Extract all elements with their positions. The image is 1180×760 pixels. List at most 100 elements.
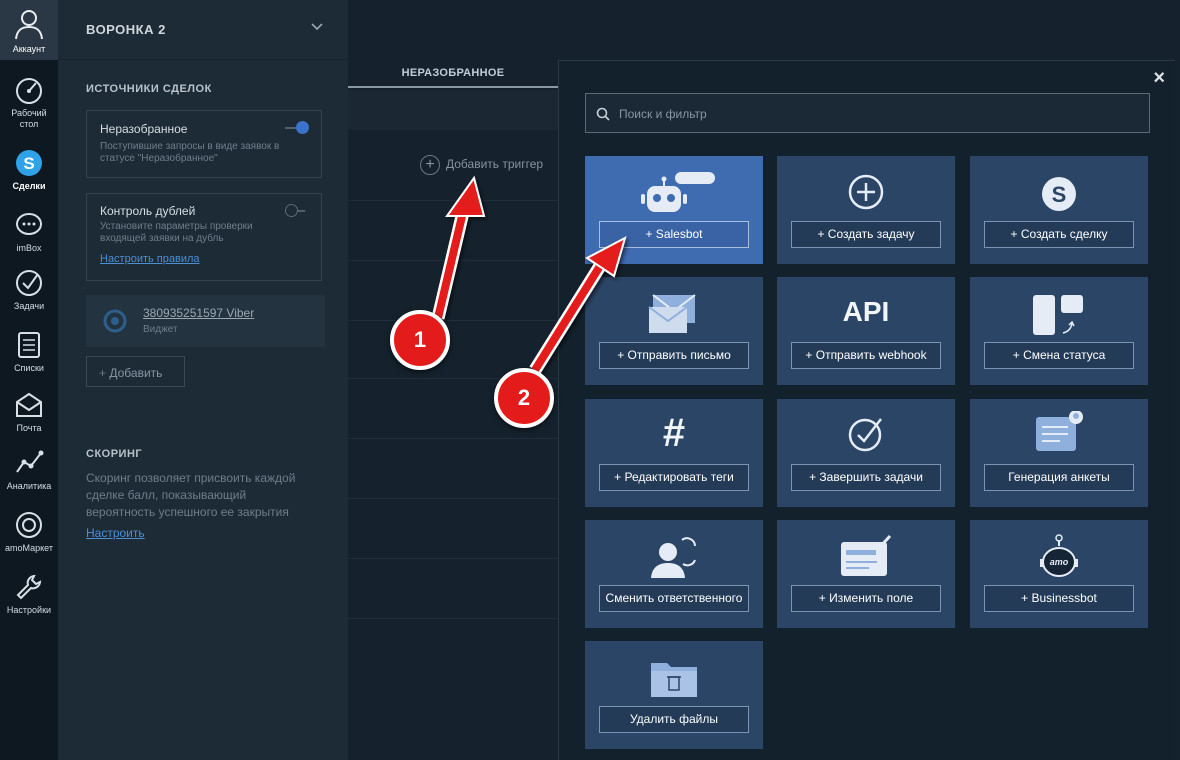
add-trigger-button[interactable]: + Добавить триггер — [420, 155, 543, 175]
duplicates-toggle[interactable] — [285, 204, 309, 217]
lists-icon — [18, 332, 40, 358]
nav-item-settings[interactable]: Настройки — [0, 572, 58, 616]
search-placeholder: Поиск и фильтр — [619, 107, 707, 121]
divider — [348, 498, 558, 499]
main-nav: Аккаунт Рабочий стол S Сделки imBox Зада… — [0, 0, 58, 760]
nav-item-label: Настройки — [6, 605, 52, 615]
pipeline-title: ВОРОНКА 2 — [86, 22, 166, 37]
nav-item-label: Сделки — [12, 181, 46, 191]
svg-text:S: S — [1052, 182, 1067, 207]
delete-files-icon — [651, 663, 697, 697]
trigger-modal: × Поиск и фильтр + Salesbot + Создать за… — [558, 60, 1175, 760]
tile-send-webhook[interactable]: API + Отправить webhook — [777, 277, 955, 385]
source-unsorted-desc: Поступившие запросы в виде заявок в стат… — [100, 141, 280, 164]
tile-create-deal[interactable]: S + Создать сделку — [970, 156, 1148, 264]
search-input[interactable]: Поиск и фильтр — [585, 93, 1150, 133]
plus-icon: + — [99, 366, 107, 380]
annotation-badge-1: 1 — [390, 310, 450, 370]
form-generate-icon — [1036, 411, 1083, 451]
tile-complete-tasks[interactable]: + Завершить задачи — [777, 399, 955, 507]
businessbot-icon-text: amo — [1050, 557, 1069, 567]
tile-send-email-button[interactable]: + Отправить письмо — [599, 342, 749, 369]
add-trigger-label: Добавить триггер — [446, 157, 544, 172]
tile-send-webhook-button[interactable]: + Отправить webhook — [791, 342, 941, 369]
nav-item-label: Аналитика — [6, 481, 52, 491]
scoring-configure-link[interactable]: Настроить — [86, 526, 145, 540]
api-icon-text: API — [842, 296, 890, 327]
unsorted-toggle[interactable] — [285, 121, 309, 134]
analytics-icon — [16, 450, 44, 473]
avatar-icon — [15, 10, 43, 40]
nav-item-label: amoМаркет — [5, 543, 53, 553]
chat-icon — [16, 213, 42, 235]
tile-create-task-button[interactable]: + Создать задачу — [791, 221, 941, 248]
dashboard-icon — [16, 78, 42, 104]
tile-delete-files[interactable]: Удалить файлы — [585, 641, 763, 749]
tile-businessbot[interactable]: amo + Businessbot — [970, 520, 1148, 628]
tile-edit-tags-button[interactable]: + Редактировать теги — [599, 464, 749, 491]
tile-businessbot-button[interactable]: + Businessbot — [984, 585, 1134, 612]
divider — [348, 200, 558, 201]
businessbot-icon: amo — [1040, 534, 1078, 577]
scoring-text: Скоринг позволяет присвоить каждой сделк… — [86, 471, 296, 519]
nav-item-label: imBox — [16, 243, 42, 253]
close-icon[interactable]: × — [1153, 67, 1165, 90]
plus-circle-icon: + — [420, 155, 440, 175]
nav-item-dashboard[interactable]: Рабочий стол — [0, 75, 58, 130]
nav-item-label: Рабочий стол — [11, 108, 47, 129]
nav-item-market[interactable]: amoМаркет — [0, 510, 58, 554]
tasks-icon — [16, 270, 42, 296]
tile-edit-field-button[interactable]: + Изменить поле — [791, 585, 941, 612]
divider — [348, 320, 558, 321]
tile-create-deal-button[interactable]: + Создать сделку — [984, 221, 1134, 248]
search-icon — [596, 107, 610, 121]
nav-item-mail[interactable]: Почта — [0, 390, 58, 434]
status-change-icon — [1033, 295, 1083, 335]
tile-change-responsible[interactable]: Сменить ответственного — [585, 520, 763, 628]
deals-icon: S — [16, 150, 42, 176]
nav-item-tasks[interactable]: Задачи — [0, 268, 58, 312]
add-source-button[interactable]: + Добавить — [86, 356, 185, 387]
tile-delete-files-button[interactable]: Удалить файлы — [599, 706, 749, 733]
tile-change-status[interactable]: + Смена статуса — [970, 277, 1148, 385]
nav-item-lists[interactable]: Списки — [0, 330, 58, 374]
source-duplicates-name: Контроль дублей — [100, 204, 196, 218]
tile-change-status-button[interactable]: + Смена статуса — [984, 342, 1134, 369]
nav-item-label: Почта — [16, 423, 42, 433]
envelope-icon — [648, 294, 696, 333]
configure-rules-link[interactable]: Настроить правила — [100, 253, 200, 265]
stage-tab-unsorted[interactable]: НЕРАЗОБРАННОЕ — [348, 60, 558, 88]
source-unsorted-name: Неразобранное — [100, 122, 188, 136]
nav-item-label: Списки — [14, 363, 44, 373]
divider — [348, 260, 558, 261]
tile-generate-form[interactable]: Генерация анкеты — [970, 399, 1148, 507]
chevron-down-icon[interactable] — [310, 22, 324, 32]
market-icon — [16, 512, 42, 538]
source-unsorted[interactable]: Неразобранное Поступившие запросы в виде… — [86, 110, 322, 178]
check-circle-icon — [848, 418, 882, 452]
source-duplicates[interactable]: Контроль дублей Установите параметры про… — [86, 193, 322, 281]
divider — [348, 438, 558, 439]
viber-number-link[interactable]: 380935251597 Viber — [143, 306, 254, 320]
tile-salesbot-button[interactable]: + Salesbot — [599, 221, 749, 248]
tile-edit-tags[interactable]: # + Редактировать теги — [585, 399, 763, 507]
nav-account[interactable]: Аккаунт — [0, 0, 58, 60]
tile-edit-field[interactable]: + Изменить поле — [777, 520, 955, 628]
tile-change-responsible-button[interactable]: Сменить ответственного — [599, 585, 749, 612]
tile-send-email[interactable]: + Отправить письмо — [585, 277, 763, 385]
annotation-badge-2: 2 — [494, 368, 554, 428]
tile-create-task[interactable]: + Создать задачу — [777, 156, 955, 264]
viber-sub: Виджет — [143, 324, 178, 335]
viber-widget-icon — [103, 309, 127, 333]
viber-widget[interactable]: 380935251597 Viber Виджет — [86, 295, 325, 347]
api-icon: API — [777, 289, 955, 341]
nav-item-analytics[interactable]: Аналитика — [0, 448, 58, 492]
tile-complete-tasks-button[interactable]: + Завершить задачи — [791, 464, 941, 491]
nav-item-label: Задачи — [13, 301, 45, 311]
add-source-label: Добавить — [109, 366, 163, 380]
pipeline-header[interactable]: ВОРОНКА 2 — [58, 0, 348, 60]
nav-item-imbox[interactable]: imBox — [0, 210, 58, 254]
nav-item-deals[interactable]: S Сделки — [0, 148, 58, 192]
tile-salesbot[interactable]: + Salesbot — [585, 156, 763, 264]
tile-generate-form-button[interactable]: Генерация анкеты — [984, 464, 1134, 491]
